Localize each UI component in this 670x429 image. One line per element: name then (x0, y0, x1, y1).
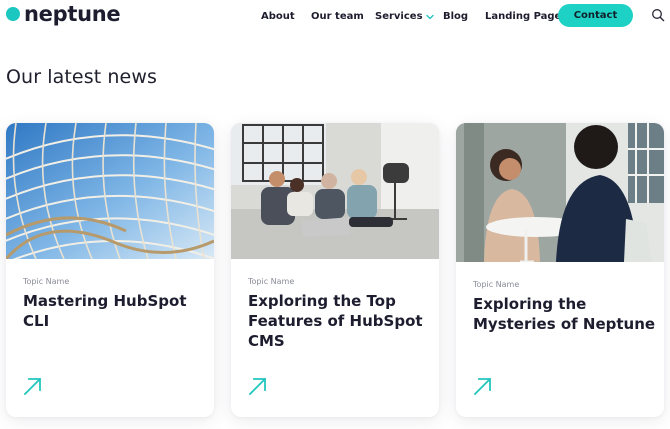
brand-name: neptune (24, 2, 121, 26)
news-card[interactable]: Topic Name Mastering HubSpot CLI (6, 123, 214, 417)
card-topic: Topic Name (473, 280, 520, 289)
search-icon[interactable] (651, 8, 665, 22)
logo-dot-icon (6, 7, 20, 21)
card-topic: Topic Name (248, 277, 295, 286)
card-topic: Topic Name (23, 277, 70, 286)
news-card[interactable]: Topic Name Exploring the Top Features of… (231, 123, 439, 417)
nav-item-services[interactable]: Services (375, 10, 434, 23)
nav-item-about[interactable]: About (261, 10, 295, 23)
card-image (231, 123, 439, 259)
nav-item-blog[interactable]: Blog (443, 10, 468, 23)
card-image (456, 123, 664, 262)
nav-item-services-label: Services (375, 11, 423, 22)
nav-item-landing-page[interactable]: Landing Page (485, 10, 561, 23)
card-image (6, 123, 214, 259)
arrow-up-right-icon[interactable] (248, 376, 268, 396)
card-title[interactable]: Exploring the Mysteries of Neptune (473, 294, 658, 334)
contact-button[interactable]: Contact (558, 4, 633, 27)
page-title: Our latest news (6, 66, 157, 88)
card-title[interactable]: Mastering HubSpot CLI (23, 291, 208, 331)
card-title[interactable]: Exploring the Top Features of HubSpot CM… (248, 291, 433, 351)
nav-item-our-team[interactable]: Our team (311, 10, 364, 23)
arrow-up-right-icon[interactable] (23, 376, 43, 396)
chevron-down-icon (425, 14, 434, 19)
arrow-up-right-icon[interactable] (473, 376, 493, 396)
news-card[interactable]: Topic Name Exploring the Mysteries of Ne… (456, 123, 664, 417)
brand-logo[interactable]: neptune (6, 2, 121, 26)
site-header: neptune About Our team Services Blog Lan… (0, 0, 670, 32)
